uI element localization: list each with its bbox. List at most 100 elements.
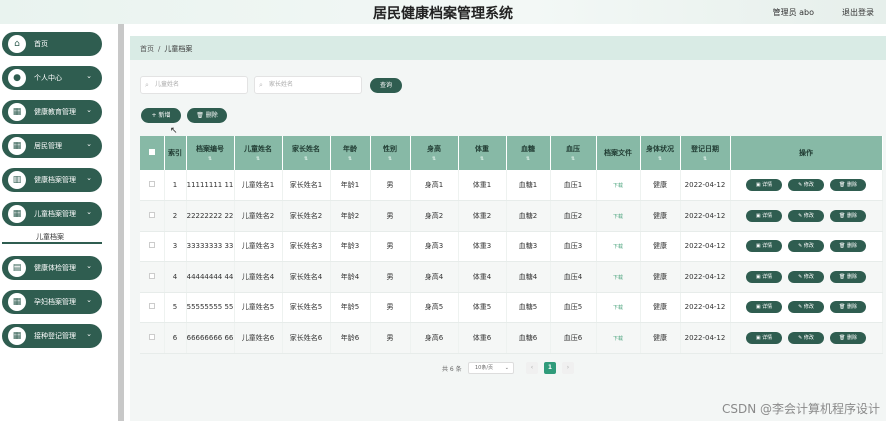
query-button[interactable]: 查询: [370, 78, 402, 93]
sidebar-item[interactable]: ▦ 健康教育管理 ⌄: [2, 100, 102, 124]
detail-button[interactable]: ▣ 详情: [746, 331, 782, 344]
sidebar-item[interactable]: ▦ 接种登记管理 ⌄: [2, 324, 102, 348]
page-size-select[interactable]: 10条/页 ⌄: [468, 362, 514, 374]
edit-button[interactable]: ✎ 修改: [788, 179, 824, 191]
table-row: 4 44444444 44 儿童姓名4 家长姓名4 年龄4 男身高4 体重4 血糖4 血压4 下载…: [140, 261, 883, 293]
trash-icon: 🗑: [196, 112, 204, 119]
sidebar-subitem-child-records[interactable]: 儿童档案: [2, 230, 102, 244]
current-page-button[interactable]: 1: [544, 362, 556, 374]
table-cell: 体重2: [458, 200, 507, 232]
breadcrumb-home[interactable]: 首页: [140, 45, 154, 53]
sort-icon[interactable]: ⇅: [371, 156, 410, 162]
sidebar-item[interactable]: ⌂ 首页: [2, 32, 102, 56]
sidebar-item[interactable]: ▦ 孕妇档案管理 ⌄: [2, 290, 102, 314]
table-cell: 55555555 55: [186, 292, 235, 323]
chart-icon: ▥: [8, 171, 26, 189]
sort-icon[interactable]: ⇅: [283, 156, 330, 162]
row-select-cell: [140, 231, 165, 262]
table-cell: 年龄6: [330, 322, 371, 354]
download-link[interactable]: 下载: [613, 275, 623, 281]
detail-button[interactable]: ▣ 详情: [746, 179, 782, 191]
sort-icon[interactable]: ⇅: [681, 156, 730, 162]
row-checkbox[interactable]: [148, 333, 155, 340]
column-header-label: 性别: [383, 145, 397, 153]
edit-button[interactable]: ✎ 修改: [788, 301, 824, 314]
next-page-button[interactable]: ›: [562, 362, 574, 374]
select-all-header: [140, 136, 165, 170]
table-cell: 2022-04-12: [680, 322, 731, 354]
download-link[interactable]: 下载: [613, 305, 623, 311]
sort-icon[interactable]: ⇅: [551, 156, 596, 162]
trash-icon: 🗑: [839, 334, 846, 341]
sort-icon[interactable]: ⇅: [331, 156, 370, 162]
trash-icon: 🗑: [839, 243, 846, 250]
sidebar-item-label: 首页: [34, 40, 48, 48]
parent-name-search-input[interactable]: ⌕ 家长姓名: [254, 76, 362, 94]
edit-button-label: 修改: [803, 304, 814, 311]
sort-icon[interactable]: ⇅: [641, 156, 680, 162]
sort-icon[interactable]: ⇅: [507, 156, 550, 162]
detail-button-label: 详情: [762, 182, 773, 188]
table-cell: 11111111 11: [186, 170, 235, 201]
row-checkbox[interactable]: [148, 272, 155, 279]
row-select-cell: [140, 200, 165, 232]
grid-icon: ▦: [8, 137, 26, 155]
delete-button[interactable]: 🗑 删除: [830, 179, 866, 191]
detail-button[interactable]: ▣ 详情: [746, 209, 782, 222]
mouse-cursor-icon: ↖: [170, 126, 178, 136]
detail-button[interactable]: ▣ 详情: [746, 270, 782, 283]
edit-button[interactable]: ✎ 修改: [788, 331, 824, 344]
prev-page-button[interactable]: ‹: [526, 362, 538, 374]
row-checkbox[interactable]: [148, 181, 155, 187]
top-header: 居民健康档案管理系统 管理员 abo 退出登录: [0, 0, 886, 24]
child-name-search-input[interactable]: ⌕ 儿童姓名: [140, 76, 248, 94]
row-checkbox[interactable]: [148, 303, 155, 310]
sort-icon[interactable]: ⇅: [459, 156, 506, 162]
breadcrumb-current: 儿童档案: [164, 45, 193, 53]
edit-button[interactable]: ✎ 修改: [788, 270, 824, 283]
download-link[interactable]: 下载: [613, 183, 623, 189]
table-cell: 体重6: [458, 322, 507, 354]
table-cell: 5: [164, 292, 187, 323]
table-cell: 44444444 44: [186, 261, 235, 293]
sidebar-item[interactable]: ● 个人中心 ⌄: [2, 66, 102, 90]
table-cell: 33333333 33: [186, 231, 235, 262]
delete-button[interactable]: 🗑 删除: [830, 209, 866, 222]
sort-icon[interactable]: ⇅: [411, 156, 458, 162]
delete-button[interactable]: 🗑 删除: [830, 270, 866, 283]
delete-button[interactable]: 🗑 删除: [830, 301, 866, 314]
download-link[interactable]: 下载: [613, 336, 623, 342]
download-link[interactable]: 下载: [613, 244, 623, 250]
detail-button-label: 详情: [762, 304, 773, 311]
select-all-checkbox[interactable]: [148, 149, 155, 155]
edit-button[interactable]: ✎ 修改: [788, 240, 824, 253]
table-cell: 身高2: [410, 200, 459, 232]
batch-delete-button[interactable]: 🗑 删除: [187, 108, 227, 123]
sidebar-item[interactable]: ▤ 健康体检管理 ⌄: [2, 256, 102, 280]
edit-button[interactable]: ✎ 修改: [788, 209, 824, 222]
sidebar-item[interactable]: ▥ 健康档案管理 ⌄: [2, 168, 102, 192]
detail-button[interactable]: ▣ 详情: [746, 301, 782, 314]
sidebar-item[interactable]: ▦ 居民管理 ⌄: [2, 134, 102, 158]
row-checkbox[interactable]: [148, 211, 155, 218]
logout-button[interactable]: 退出登录: [842, 7, 874, 18]
add-button[interactable]: + 新增: [141, 108, 181, 123]
sidebar-item[interactable]: ▦ 儿童档案管理 ⌄: [2, 202, 102, 226]
user-icon: ●: [8, 69, 26, 87]
chevron-down-icon: ⌄: [86, 330, 92, 338]
home-icon: ⌂: [8, 35, 26, 53]
sort-icon[interactable]: ⇅: [235, 156, 282, 162]
column-header: 性别 ⇅: [370, 136, 411, 170]
sidebar-scrollbar[interactable]: [118, 24, 124, 421]
delete-button[interactable]: 🗑 删除: [830, 331, 866, 344]
edit-icon: ✎: [798, 243, 803, 250]
delete-button[interactable]: 🗑 删除: [830, 240, 866, 253]
table-cell: 血压3: [550, 231, 597, 262]
download-link[interactable]: 下载: [613, 214, 623, 220]
row-checkbox[interactable]: [148, 242, 155, 249]
table-cell: 血压6: [550, 322, 597, 354]
sort-icon[interactable]: ⇅: [187, 156, 234, 162]
detail-button[interactable]: ▣ 详情: [746, 240, 782, 253]
column-header-label: 血压: [566, 145, 580, 153]
detail-icon: ▣: [755, 182, 761, 188]
